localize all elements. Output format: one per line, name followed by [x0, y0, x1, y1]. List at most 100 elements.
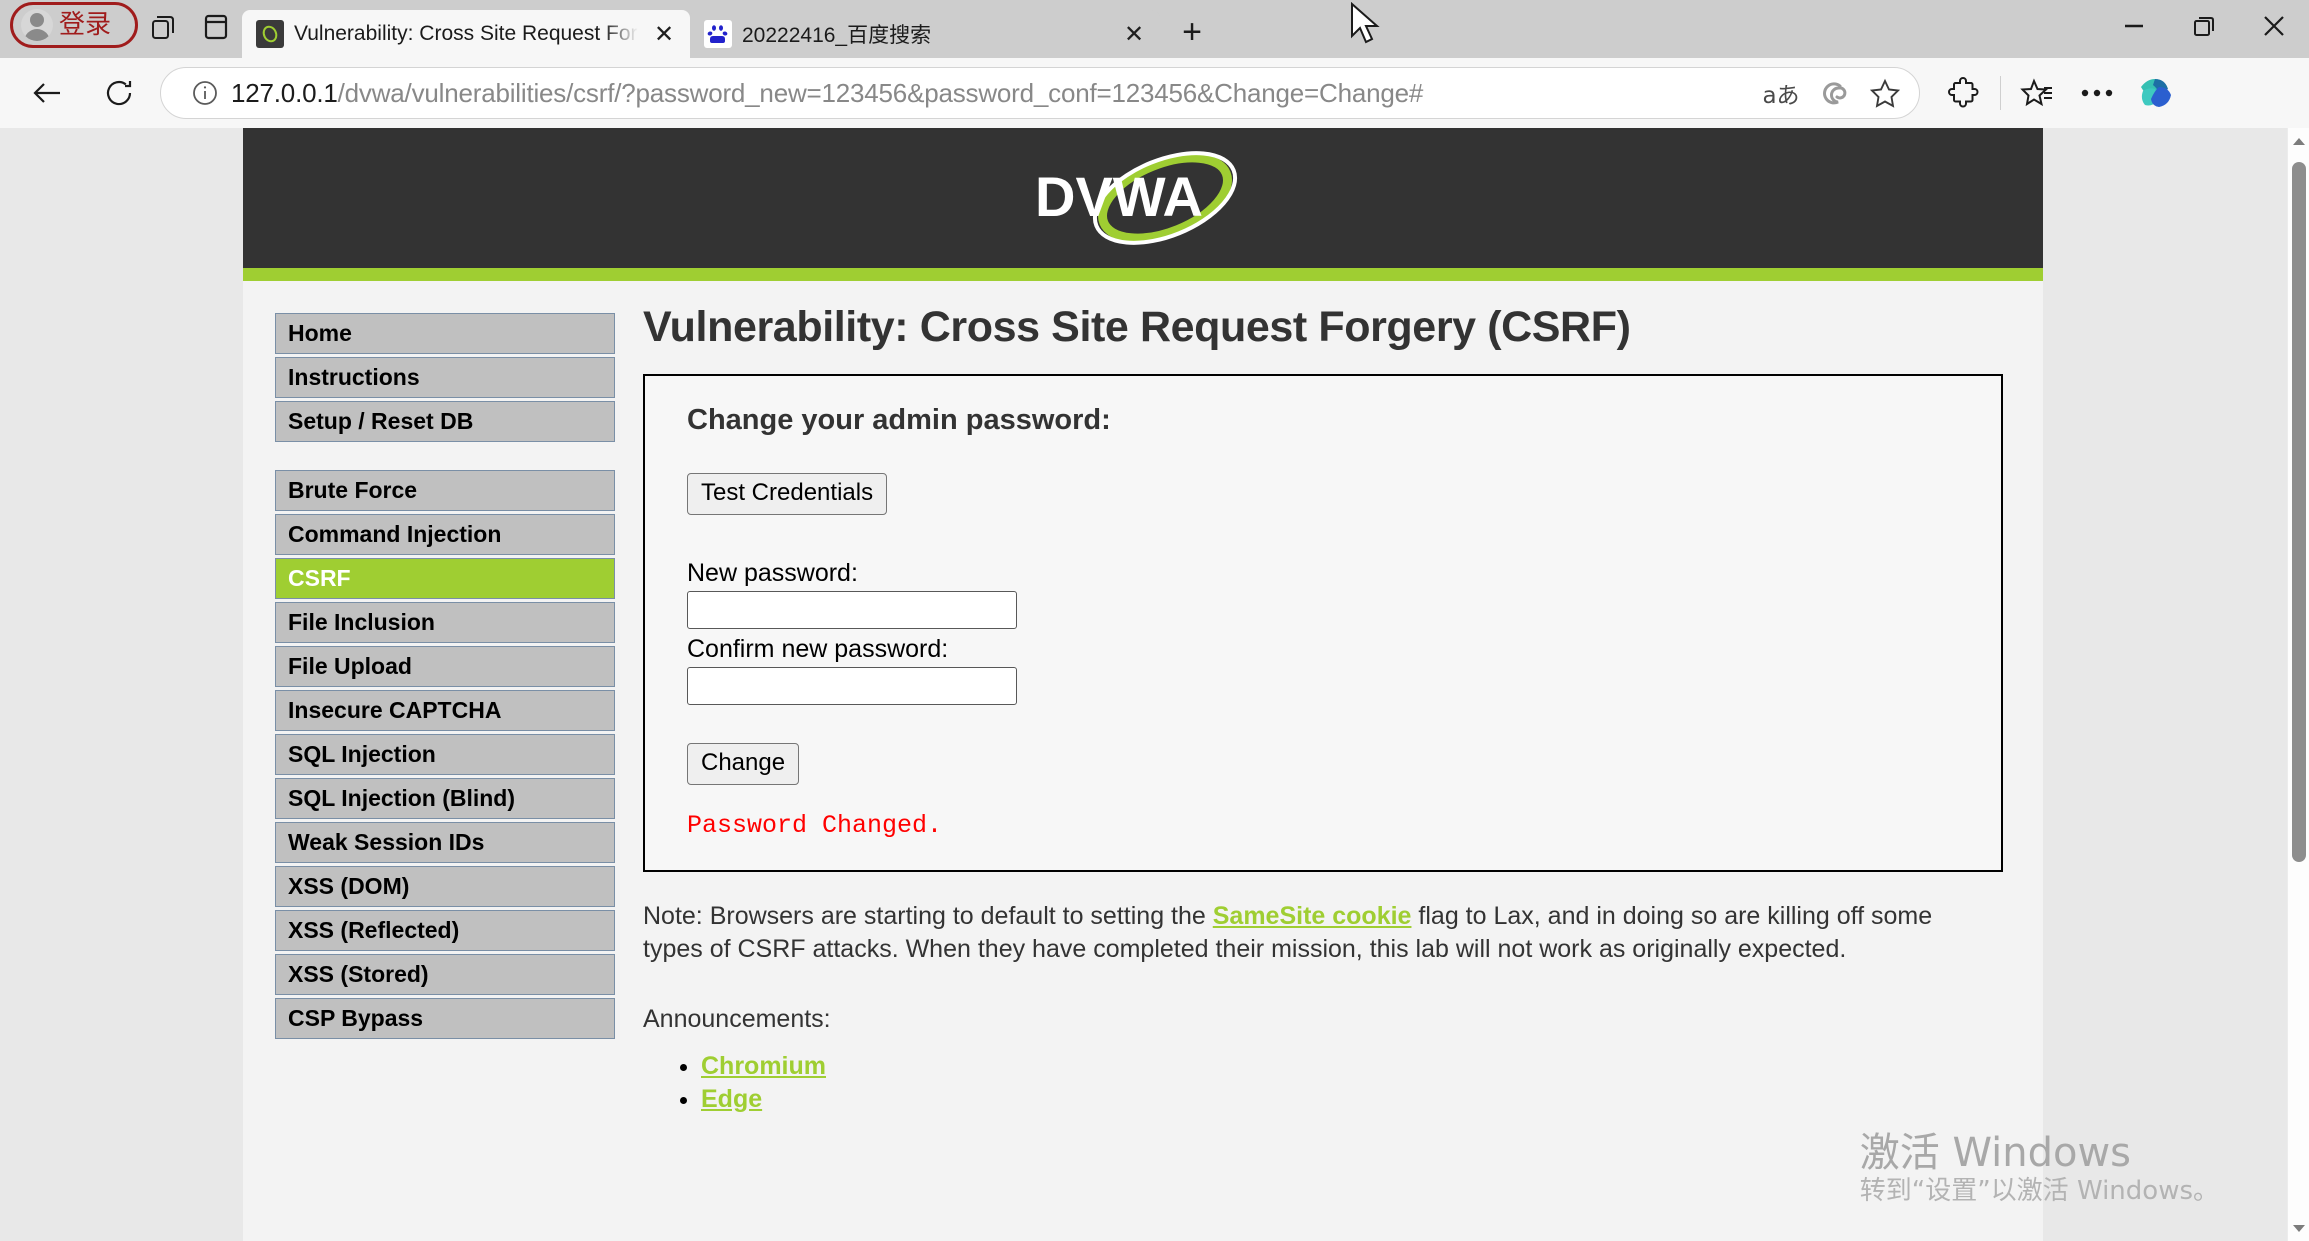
mouse-cursor	[1350, 1, 1384, 55]
new-password-input[interactable]	[687, 591, 1017, 629]
tab-actions-icon[interactable]	[138, 4, 190, 50]
sidebar-item-brute-force[interactable]: Brute Force	[275, 470, 615, 511]
address-bar[interactable]: 127.0.0.1/dvwa/vulnerabilities/csrf/?pas…	[160, 67, 1920, 119]
change-button-row: Change	[687, 743, 2001, 785]
vertical-tabs-icon[interactable]	[190, 4, 242, 50]
sidebar-item-label: Instructions	[288, 364, 420, 390]
scroll-down-arrow-icon[interactable]	[2288, 1217, 2309, 1239]
info-icon[interactable]	[179, 71, 231, 115]
tab-close-icon[interactable]: ✕	[648, 18, 680, 50]
note-prefix: Note: Browsers are starting to default t…	[643, 902, 1213, 930]
browser-settings-more-icon[interactable]	[2067, 63, 2127, 123]
test-credentials-row: Test Credentials	[687, 473, 2001, 515]
sidebar-item-file-upload[interactable]: File Upload	[275, 646, 615, 687]
form-heading: Change your admin password:	[687, 404, 1111, 436]
close-icon[interactable]	[2239, 0, 2309, 52]
sidebar-item-label: File Inclusion	[288, 609, 435, 635]
url-host: 127.0.0.1	[231, 77, 338, 108]
dvwa-main-content: Vulnerability: Cross Site Request Forger…	[643, 281, 2043, 1116]
list-item: Chromium	[701, 1050, 2003, 1083]
sidebar-item-label: Setup / Reset DB	[288, 408, 474, 434]
change-password-button[interactable]: Change	[687, 743, 800, 785]
browser-tab-active[interactable]: Vulnerability: Cross Site Request Forger…	[242, 10, 690, 58]
browser-tab-title: Vulnerability: Cross Site Request Forger…	[294, 22, 638, 45]
sidebar-item-xss-stored[interactable]: XSS (Stored)	[275, 954, 615, 995]
star-outline-icon[interactable]	[1859, 71, 1911, 115]
test-credentials-button[interactable]: Test Credentials	[687, 473, 888, 515]
dvwa-page: DVWA Home Instructions Setup / Reset DB …	[243, 128, 2043, 1241]
dvwa-logo: DVWA	[1013, 146, 1273, 250]
minimize-icon[interactable]	[2099, 0, 2169, 52]
back-arrow-icon[interactable]	[16, 62, 78, 124]
sidebar-item-label: CSRF	[288, 565, 351, 591]
profile-sign-in-button[interactable]: 登录	[10, 2, 138, 48]
sidebar-item-label: XSS (Reflected)	[288, 917, 460, 943]
samesite-cookie-link[interactable]: SameSite cookie	[1213, 902, 1412, 930]
csrf-form-panel: Change your admin password: Test Credent…	[643, 374, 2003, 872]
sidebar-item-sql-injection-blind[interactable]: SQL Injection (Blind)	[275, 778, 615, 819]
browser-tab-title: 20222416_百度搜索	[742, 24, 932, 47]
browser-tab-inactive[interactable]: 20222416_百度搜索 ✕	[690, 10, 1160, 58]
scrollbar-thumb[interactable]	[2292, 162, 2306, 862]
toolbar-divider	[2000, 76, 2001, 110]
sidebar-item-label: CSP Bypass	[288, 1005, 424, 1031]
sidebar-item-label: File Upload	[288, 653, 412, 679]
sidebar-item-sql-injection[interactable]: SQL Injection	[275, 734, 615, 775]
sidebar-item-command-injection[interactable]: Command Injection	[275, 514, 615, 555]
page-viewport: DVWA Home Instructions Setup / Reset DB …	[0, 128, 2309, 1241]
sidebar-item-xss-reflected[interactable]: XSS (Reflected)	[275, 910, 615, 951]
new-password-label: New password:	[687, 559, 858, 587]
sidebar-item-xss-dom[interactable]: XSS (DOM)	[275, 866, 615, 907]
scroll-up-arrow-icon[interactable]	[2288, 130, 2309, 152]
announcements-label: Announcements:	[643, 1004, 831, 1033]
samesite-note: Note: Browsers are starting to default t…	[643, 900, 1943, 967]
sidebar-item-insecure-captcha[interactable]: Insecure CAPTCHA	[275, 690, 615, 731]
url-path: /dvwa/vulnerabilities/csrf/?password_new…	[337, 77, 1424, 108]
announcement-link-chromium[interactable]: Chromium	[701, 1052, 826, 1080]
copilot-icon[interactable]	[2127, 63, 2187, 123]
sidebar-item-label: Brute Force	[288, 477, 418, 503]
restore-icon[interactable]	[2169, 0, 2239, 52]
new-tab-button[interactable]: +	[1168, 8, 1216, 56]
sidebar-item-setup-reset-db[interactable]: Setup / Reset DB	[275, 401, 615, 442]
page-title: Vulnerability: Cross Site Request Forger…	[643, 303, 1631, 351]
collections-star-icon[interactable]	[2007, 63, 2067, 123]
status-message: Password Changed.	[687, 811, 943, 840]
browser-tab-strip: 登录 Vulnerability: Cross Site Request For…	[0, 0, 2309, 58]
svg-text:DVWA: DVWA	[1035, 165, 1203, 228]
sidebar-item-weak-session-ids[interactable]: Weak Session IDs	[275, 822, 615, 863]
tab-close-icon[interactable]: ✕	[1118, 18, 1150, 50]
sidebar-item-label: Command Injection	[288, 521, 502, 547]
dvwa-accent-bar	[243, 268, 2043, 281]
sidebar-item-label: Insecure CAPTCHA	[288, 697, 502, 723]
extensions-puzzle-icon[interactable]	[1934, 63, 1994, 123]
sidebar-item-label: SQL Injection (Blind)	[288, 785, 516, 811]
refresh-icon[interactable]	[88, 62, 150, 124]
read-aloud-icon[interactable]: aあ	[1755, 71, 1807, 115]
copilot-swirl-icon[interactable]	[1807, 71, 1859, 115]
confirm-password-label: Confirm new password:	[687, 635, 949, 663]
page-scrollbar[interactable]	[2287, 128, 2309, 1241]
profile-sign-in-label: 登录	[59, 10, 112, 40]
sidebar-item-label: XSS (DOM)	[288, 873, 410, 899]
sidebar-item-instructions[interactable]: Instructions	[275, 357, 615, 398]
browser-navigation-toolbar: 127.0.0.1/dvwa/vulnerabilities/csrf/?pas…	[0, 58, 2309, 128]
sidebar-item-label: SQL Injection	[288, 741, 436, 767]
confirm-password-input[interactable]	[687, 667, 1017, 705]
sidebar-item-csrf[interactable]: CSRF	[275, 558, 615, 599]
announcement-link-edge[interactable]: Edge	[701, 1085, 762, 1113]
list-item: Edge	[701, 1083, 2003, 1116]
window-controls	[2099, 0, 2309, 58]
address-bar-url[interactable]: 127.0.0.1/dvwa/vulnerabilities/csrf/?pas…	[231, 78, 1755, 109]
avatar-icon	[21, 9, 53, 41]
sidebar-item-file-inclusion[interactable]: File Inclusion	[275, 602, 615, 643]
sidebar-item-csp-bypass[interactable]: CSP Bypass	[275, 998, 615, 1039]
sidebar-group-separator	[275, 445, 643, 470]
dvwa-body: Home Instructions Setup / Reset DB Brute…	[243, 281, 2043, 1116]
dvwa-sidebar-nav: Home Instructions Setup / Reset DB Brute…	[243, 281, 643, 1042]
sidebar-item-label: Home	[288, 320, 352, 346]
baidu-favicon	[704, 20, 732, 48]
dvwa-site-header: DVWA	[243, 128, 2043, 268]
sidebar-item-label: Weak Session IDs	[288, 829, 485, 855]
sidebar-item-home[interactable]: Home	[275, 313, 615, 354]
